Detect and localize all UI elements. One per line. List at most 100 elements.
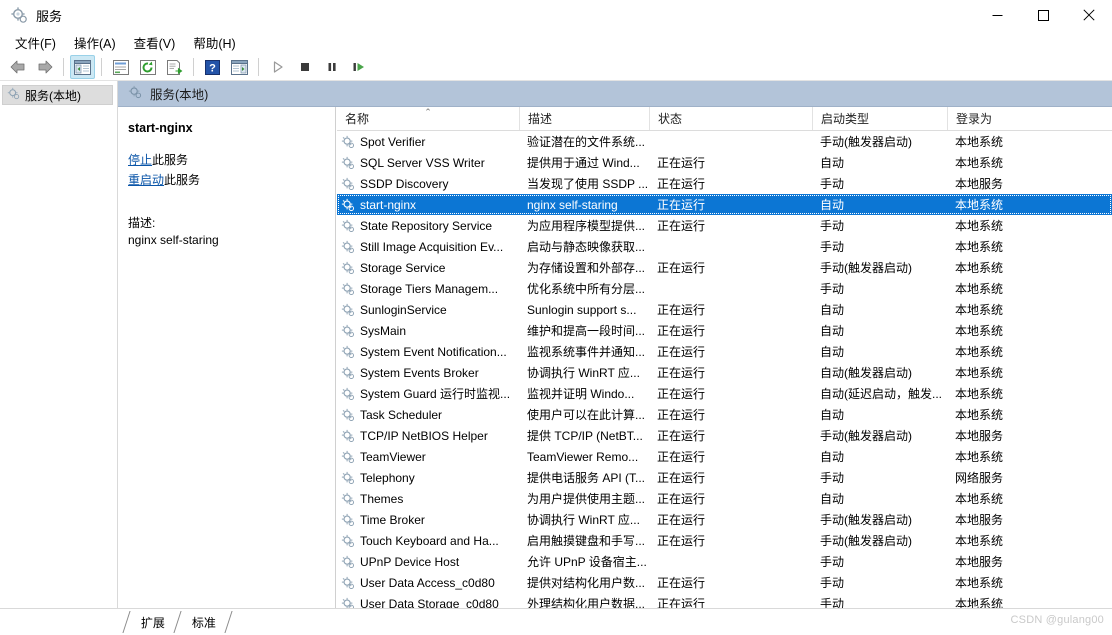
refresh-icon[interactable] <box>135 55 160 79</box>
table-row[interactable]: Storage Service 为存储设置和外部存... 正在运行 手动(触发器启动)… <box>337 257 1112 278</box>
pause-service-icon[interactable] <box>319 55 344 79</box>
cell-status: 正在运行 <box>657 576 706 590</box>
column-header-name[interactable]: 名称 ⌃ <box>337 107 519 130</box>
cell-logon: 本地服务 <box>955 177 1004 191</box>
table-row[interactable]: SysMain 维护和提高一段时间... 正在运行 自动 本地系统 <box>337 320 1112 341</box>
cell-status: 正在运行 <box>657 471 706 485</box>
cell-status: 正在运行 <box>657 261 706 275</box>
table-row[interactable]: Time Broker 协调执行 WinRT 应... 正在运行 手动(触发器启动) 本… <box>337 509 1112 530</box>
table-row[interactable]: UPnP Device Host 允许 UPnP 设备宿主... 手动 本地服务 <box>337 551 1112 572</box>
table-row[interactable]: Telephony 提供电话服务 API (T... 正在运行 手动 网络服务 <box>337 467 1112 488</box>
cell-name: System Event Notification... <box>337 341 519 362</box>
table-row[interactable]: TCP/IP NetBIOS Helper 提供 TCP/IP (NetBT...… <box>337 425 1112 446</box>
cell-startup: 手动(触发器启动) <box>820 135 912 149</box>
start-service-icon[interactable] <box>265 55 290 79</box>
service-gear-icon <box>341 534 355 548</box>
toolbar-separator <box>101 58 102 76</box>
cell-name: Storage Service <box>337 257 519 278</box>
table-row[interactable]: SQL Server VSS Writer 提供用于通过 Wind... 正在运行 自… <box>337 152 1112 173</box>
help-icon[interactable]: ? <box>200 55 225 79</box>
table-row[interactable]: User Data Storage_c0d80 外理结构化用户数据... 正在运行 手… <box>337 593 1112 608</box>
minimize-button[interactable] <box>974 0 1020 30</box>
show-action-pane-icon[interactable] <box>227 55 252 79</box>
service-gear-icon <box>341 156 355 170</box>
menu-view[interactable]: 查看(V) <box>125 30 185 55</box>
cell-name: Telephony <box>337 467 519 488</box>
service-name-label: User Data Access_c0d80 <box>360 575 495 590</box>
table-row[interactable]: TeamViewer TeamViewer Remo... 正在运行 自动 本地系统 <box>337 446 1112 467</box>
table-row[interactable]: System Event Notification... 监视系统事件并通知...… <box>337 341 1112 362</box>
cell-status: 正在运行 <box>657 366 706 380</box>
tree-item-services-local[interactable]: 服务(本地) <box>2 85 113 105</box>
cell-status: 正在运行 <box>657 408 706 422</box>
service-name-label: Task Scheduler <box>360 407 443 422</box>
services-list-pane: 名称 ⌃ 描述 状态 启动类型 登录为 Spot Verifier 验证潜在的文件系统...… <box>337 107 1112 608</box>
table-row[interactable]: System Guard 运行时监视... 监视并证明 Windo... 正在运行 自… <box>337 383 1112 404</box>
table-row[interactable]: User Data Access_c0d80 提供对结构化用户数... 正在运行 手动… <box>337 572 1112 593</box>
service-name-label: State Repository Service <box>360 218 493 233</box>
forward-icon[interactable] <box>32 55 57 79</box>
column-header-logon[interactable]: 登录为 <box>947 107 1112 130</box>
cell-logon: 本地系统 <box>955 492 1004 506</box>
table-row[interactable]: State Repository Service 为应用程序模型提供... 正在运行… <box>337 215 1112 236</box>
export-icon[interactable] <box>162 55 187 79</box>
table-row[interactable]: Storage Tiers Managem... 优化系统中所有分层... 手动 本地… <box>337 278 1112 299</box>
cell-startup: 自动(触发器启动) <box>820 366 912 380</box>
cell-startup: 手动(触发器启动) <box>820 513 912 527</box>
cell-desc: 监视系统事件并通知... <box>527 345 646 359</box>
cell-desc: 提供 TCP/IP (NetBT... <box>527 429 643 443</box>
table-row[interactable]: SSDP Discovery 当发现了使用 SSDP ... 正在运行 手动 本地服务 <box>337 173 1112 194</box>
cell-logon: 本地系统 <box>955 408 1004 422</box>
cell-name: Task Scheduler <box>337 404 519 425</box>
tab-standard[interactable]: 标准 <box>174 611 233 633</box>
table-row[interactable]: System Events Broker 协调执行 WinRT 应... 正在运行 自… <box>337 362 1112 383</box>
maximize-button[interactable] <box>1020 0 1066 30</box>
service-name-label: Touch Keyboard and Ha... <box>360 533 499 548</box>
menu-action[interactable]: 操作(A) <box>65 30 125 55</box>
back-icon[interactable] <box>5 55 30 79</box>
stop-service-icon[interactable] <box>292 55 317 79</box>
restart-service-link[interactable]: 重启动 <box>128 173 164 187</box>
cell-name: SunloginService <box>337 299 519 320</box>
service-name-label: Themes <box>360 491 404 506</box>
menu-file[interactable]: 文件(F) <box>6 30 65 55</box>
service-gear-icon <box>341 597 355 608</box>
service-gear-icon <box>341 261 355 275</box>
properties-icon[interactable] <box>108 55 133 79</box>
show-hide-tree-icon[interactable] <box>70 55 95 79</box>
window-title: 服务 <box>36 8 63 24</box>
cell-startup: 自动 <box>820 324 845 338</box>
service-details-pane: start-nginx 停止此服务 重启动此服务 描述: nginx self-… <box>118 107 336 608</box>
menu-help[interactable]: 帮助(H) <box>184 30 244 55</box>
cell-name: User Data Storage_c0d80 <box>337 593 519 608</box>
cell-desc: 为用户提供使用主题... <box>527 492 646 506</box>
cell-status <box>649 278 812 299</box>
table-row[interactable]: Task Scheduler 使用户可以在此计算... 正在运行 自动 本地系统 <box>337 404 1112 425</box>
cell-name: SysMain <box>337 320 519 341</box>
table-row-selected[interactable]: start-nginx nginx self-staring 正在运行 自动 本地系统 <box>337 194 1112 215</box>
service-gear-icon <box>341 177 355 191</box>
cell-name: Storage Tiers Managem... <box>337 278 519 299</box>
table-row[interactable]: Themes 为用户提供使用主题... 正在运行 自动 本地系统 <box>337 488 1112 509</box>
service-name-label: Storage Service <box>360 260 446 275</box>
cell-logon: 本地系统 <box>955 576 1004 590</box>
cell-desc: 提供用于通过 Wind... <box>527 156 640 170</box>
cell-name: Time Broker <box>337 509 519 530</box>
services-list: Spot Verifier 验证潜在的文件系统... 手动(触发器启动) 本地系统 SQ… <box>337 131 1112 608</box>
cell-logon: 本地系统 <box>955 597 1004 608</box>
restart-service-icon[interactable] <box>346 55 371 79</box>
service-gear-icon <box>341 471 355 485</box>
menu-bar: 文件(F) 操作(A) 查看(V) 帮助(H) <box>0 30 1112 54</box>
column-header-startup[interactable]: 启动类型 <box>812 107 947 130</box>
table-row[interactable]: Spot Verifier 验证潜在的文件系统... 手动(触发器启动) 本地系统 <box>337 131 1112 152</box>
close-button[interactable] <box>1066 0 1112 30</box>
table-row[interactable]: Still Image Acquisition Ev... 启动与静态映像获取..… <box>337 236 1112 257</box>
cell-name: TeamViewer <box>337 446 519 467</box>
stop-service-link[interactable]: 停止 <box>128 153 152 167</box>
table-row[interactable]: SunloginService Sunlogin support s... 正在运行… <box>337 299 1112 320</box>
tab-extended[interactable]: 扩展 <box>122 611 182 633</box>
column-header-desc[interactable]: 描述 <box>519 107 649 130</box>
service-gear-icon <box>341 366 355 380</box>
table-row[interactable]: Touch Keyboard and Ha... 启用触摸键盘和手写... 正在运行… <box>337 530 1112 551</box>
column-header-status[interactable]: 状态 <box>649 107 812 130</box>
